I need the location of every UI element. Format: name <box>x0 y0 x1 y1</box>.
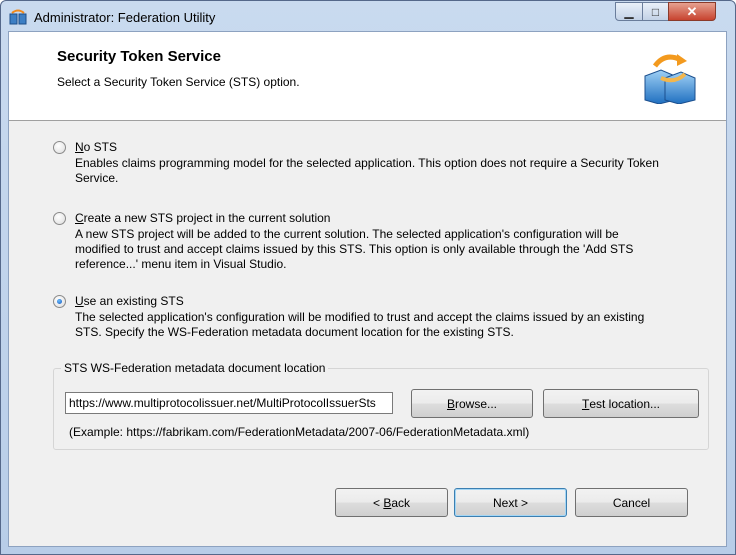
minimize-icon: ▁ <box>624 4 634 19</box>
radio-no-sts[interactable] <box>53 141 66 154</box>
wizard-client-area: Security Token Service Select a Security… <box>8 31 727 547</box>
page-subtitle: Select a Security Token Service (STS) op… <box>57 75 300 89</box>
option-label-create-new-sts[interactable]: Create a new STS project in the current … <box>75 211 330 225</box>
window-title: Administrator: Federation Utility <box>34 10 216 25</box>
page-title: Security Token Service <box>57 48 221 65</box>
minimize-button[interactable]: ▁ <box>615 2 643 21</box>
test-location-button[interactable]: Test location... <box>543 389 699 418</box>
option-description-create-new-sts: A new STS project will be added to the c… <box>75 227 634 271</box>
metadata-group-label: STS WS-Federation metadata document loca… <box>61 361 329 375</box>
maximize-icon: □ <box>651 4 660 19</box>
example-url-text: (Example: https://fabrikam.com/Federatio… <box>69 425 530 439</box>
option-label-use-existing-sts[interactable]: Use an existing STS <box>75 294 184 308</box>
federation-app-icon <box>9 9 27 25</box>
sts-sync-icon <box>644 54 696 104</box>
option-description-no-sts: Enables claims programming model for the… <box>75 156 659 185</box>
close-button[interactable]: ✕ <box>668 2 716 21</box>
option-label-no-sts[interactable]: No STS <box>75 140 117 154</box>
next-button[interactable]: Next > <box>454 488 567 517</box>
cancel-button[interactable]: Cancel <box>575 488 688 517</box>
metadata-url-input[interactable] <box>65 392 393 414</box>
radio-use-existing-sts[interactable] <box>53 295 66 308</box>
radio-create-new-sts[interactable] <box>53 212 66 225</box>
maximize-button[interactable]: □ <box>642 2 669 21</box>
browse-button[interactable]: Browse... <box>411 389 533 418</box>
wizard-header: Security Token Service Select a Security… <box>9 32 726 121</box>
title-bar[interactable]: Administrator: Federation Utility ▁ □ ✕ <box>1 1 735 33</box>
back-button[interactable]: < Back <box>335 488 448 517</box>
close-icon: ✕ <box>686 4 698 19</box>
option-description-use-existing-sts: The selected application's configuration… <box>75 310 645 339</box>
